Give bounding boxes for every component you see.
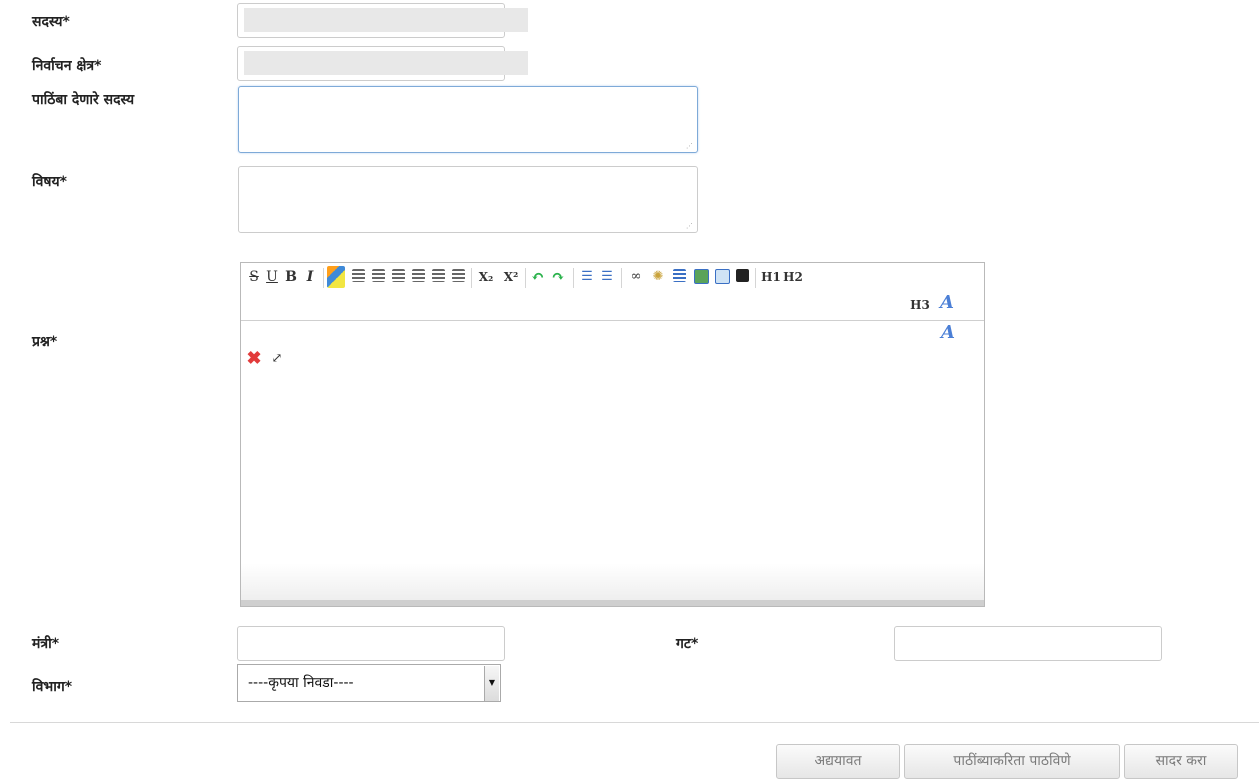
constituency-label: निर्वाचन क्षेत्र*	[32, 58, 102, 74]
toolbar-separator	[525, 268, 526, 288]
ordered-list-icon[interactable]: ☰	[578, 267, 596, 287]
remove-format-icon[interactable]: ✖	[245, 349, 263, 369]
remove-style-icon[interactable]: A	[936, 323, 960, 343]
unlink-icon[interactable]: ✺	[649, 267, 667, 287]
heading2-button[interactable]: H2	[783, 267, 803, 287]
align-right-icon[interactable]	[412, 269, 425, 282]
update-button[interactable]: अद्ययावत	[776, 744, 900, 779]
divider	[10, 722, 1259, 723]
align-center-icon[interactable]	[352, 269, 365, 282]
image-icon[interactable]	[694, 269, 709, 284]
superscript-button[interactable]: X²	[500, 267, 522, 287]
text-color-icon[interactable]	[327, 266, 345, 288]
subject-label: विषय*	[32, 174, 67, 190]
subject-textarea[interactable]: ⋰	[238, 166, 698, 233]
question-label: प्रश्न*	[32, 334, 58, 350]
unordered-list-icon[interactable]: ☰	[598, 267, 616, 287]
fullscreen-icon[interactable]: ⤢	[268, 349, 286, 369]
resize-grip-icon[interactable]: ⋰	[686, 142, 694, 150]
minister-label: मंत्री*	[32, 636, 60, 652]
constituency-value	[244, 51, 528, 75]
supporting-members-textarea[interactable]: ⋰	[238, 86, 698, 153]
heading1-button[interactable]: H1	[761, 267, 781, 287]
underline-button[interactable]: U	[265, 267, 279, 287]
redo-icon[interactable]: ↷	[549, 267, 567, 287]
constituency-field[interactable]	[237, 46, 528, 81]
member-field[interactable]	[237, 3, 528, 38]
toolbar-separator	[755, 268, 756, 288]
link-icon[interactable]: ∞	[627, 267, 645, 287]
chevron-down-icon[interactable]: ▼	[484, 666, 499, 701]
strikethrough-button[interactable]: S	[247, 267, 261, 287]
toolbar-separator	[573, 268, 574, 288]
department-select[interactable]: ----कृपया निवडा---- ▼	[237, 664, 501, 702]
outdent-icon[interactable]	[452, 269, 465, 282]
align-justify-icon[interactable]	[372, 269, 385, 282]
toolbar-separator	[621, 268, 622, 288]
member-value	[244, 8, 528, 32]
horizontal-rule-icon[interactable]	[673, 269, 686, 282]
editor-bottom-shadow	[241, 600, 984, 606]
align-left-icon[interactable]	[392, 269, 405, 282]
submit-button[interactable]: सादर करा	[1124, 744, 1238, 779]
code-icon[interactable]	[736, 269, 749, 282]
send-for-support-button[interactable]: पाठींब्याकरिता पाठविणे	[904, 744, 1120, 779]
italic-button[interactable]: I	[303, 267, 317, 287]
member-label: सदस्य*	[32, 14, 70, 30]
indent-icon[interactable]	[432, 269, 445, 282]
department-selected-value: ----कृपया निवडा----	[248, 675, 354, 691]
supporting-members-label: पाठिंबा देणारे सदस्य	[32, 92, 135, 108]
minister-field[interactable]	[237, 626, 505, 661]
toolbar-separator	[323, 268, 324, 288]
bold-button[interactable]: B	[284, 267, 298, 287]
resize-grip-icon[interactable]: ⋰	[686, 222, 694, 230]
subscript-button[interactable]: X₂	[475, 267, 497, 287]
department-label: विभाग*	[32, 679, 73, 695]
undo-icon[interactable]: ↶	[529, 267, 547, 287]
heading3-button[interactable]: H3	[909, 295, 931, 315]
add-style-icon[interactable]: A	[935, 293, 959, 313]
table-icon[interactable]	[715, 269, 730, 284]
group-field[interactable]	[894, 626, 1162, 661]
editor-toolbar: S U B I X₂ X² ↶ ↷ ☰ ☰ ∞ ✺ H1 H2 H3 A	[241, 263, 984, 321]
question-editor[interactable]: S U B I X₂ X² ↶ ↷ ☰ ☰ ∞ ✺ H1 H2 H3 A A ✖	[240, 262, 985, 607]
editor-content-area[interactable]: A ✖ ⤢	[241, 321, 984, 606]
group-label: गट*	[676, 636, 699, 652]
toolbar-separator	[471, 268, 472, 288]
